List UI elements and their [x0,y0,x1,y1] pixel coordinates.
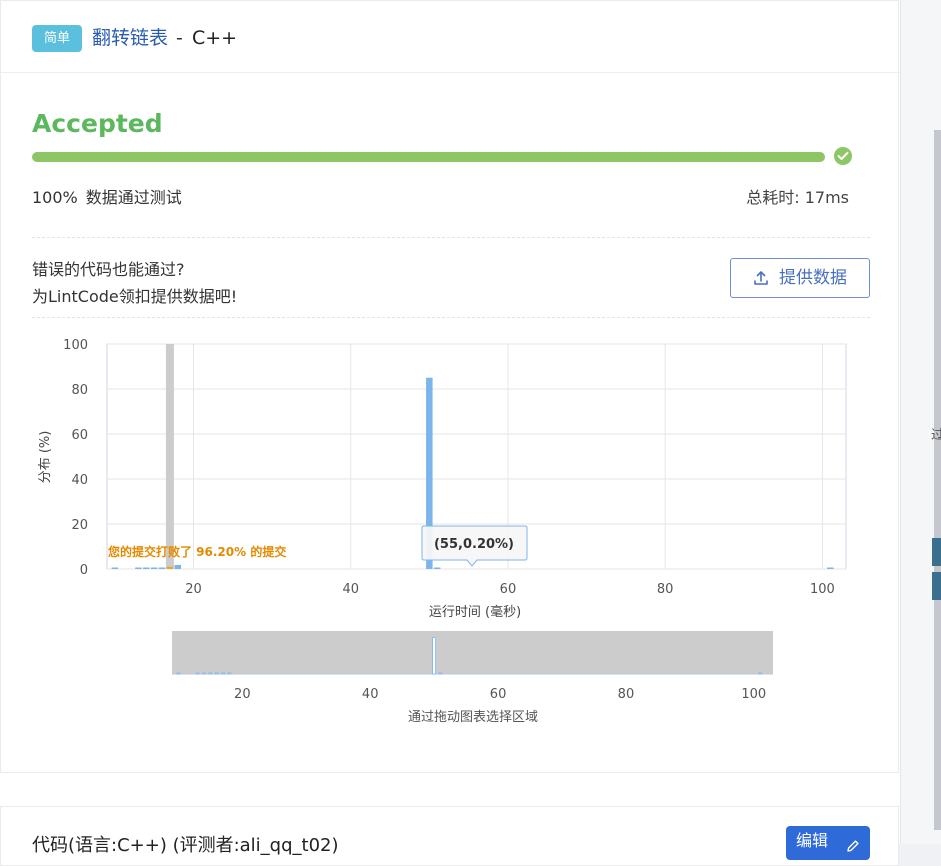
bar[interactable] [158,567,166,570]
navigator-bar [195,672,200,675]
code-section-title: 代码(语言:C++) (评测者:ali_qq_t02) [32,835,339,856]
problem-language: C++ [192,27,238,49]
bar[interactable] [143,567,150,570]
runtime-distribution-chart[interactable]: 0 20 40 60 80 100 20 40 60 80 100 您的提交打败了 96.20% … [1,326,900,731]
y-tick-label: 20 [71,518,88,533]
bar[interactable] [827,567,834,570]
feedback-line-1: 错误的代码也能通过? [32,260,185,279]
navigator-tick-label: 80 [618,687,635,702]
x-tick-label: 100 [810,582,835,597]
bar[interactable] [166,566,174,569]
y-tick-labels: 0 20 40 60 80 100 [63,338,88,578]
x-tick-label: 60 [500,582,517,597]
x-tick-label: 40 [342,582,359,597]
title-separator: - [176,27,183,49]
y-tick-label: 0 [80,563,88,578]
total-time: 总耗时: 17ms [746,188,849,207]
side-tab[interactable] [932,572,941,600]
navigator-hint: 通过拖动图表选择区域 [408,710,538,725]
y-tick-label: 60 [71,428,88,443]
navigator-tick-labels: 20 40 60 80 100 [234,687,766,702]
navigator-bar [208,672,213,675]
navigator-selection[interactable] [172,631,773,674]
navigator-tick-label: 60 [490,687,507,702]
side-tab[interactable] [932,538,941,566]
y-tick-label: 40 [71,473,88,488]
check-circle-icon [834,147,852,165]
problem-title-link[interactable]: 翻转链表 [92,25,168,51]
status-text: Accepted [32,109,163,138]
navigator-bar [432,637,437,675]
y-tick-label: 100 [63,338,88,353]
navigator-bar [758,672,763,675]
problem-header: 简单 翻转链表 - C++ [1,1,900,73]
progress-fill [32,152,825,162]
divider [32,237,870,238]
bar[interactable] [433,567,441,570]
x-tick-labels: 20 40 60 80 100 [185,582,835,597]
current-submission-marker [165,344,174,569]
x-tick-label: 80 [657,582,674,597]
navigator-bar [438,672,443,675]
navigator-bar [227,672,232,675]
bar[interactable] [111,567,119,570]
pass-summary: 100% 数据通过测试 [32,184,182,208]
tooltip: (55,0.20%) [421,525,528,567]
beat-percentage-annotation: 您的提交打败了 96.20% 的提交 [108,544,286,559]
submission-result-card: 简单 翻转链表 - C++ Accepted 100% 数据通过测试 总耗时: 1… [0,0,900,773]
side-glyph: 过 [931,428,941,443]
x-tick-label: 20 [185,582,202,597]
y-axis-label: 分布 (%) [38,431,53,484]
pass-label: 数据通过测试 [85,188,182,207]
navigator-tick-label: 40 [362,687,379,702]
bar[interactable] [150,567,158,570]
pass-percent: 100% [32,188,78,207]
pencil-icon [846,833,860,863]
feedback-line-2: 为LintCode领扣提供数据吧! [32,287,238,306]
bar[interactable] [135,567,142,570]
provide-data-label: 提供数据 [779,268,847,288]
tooltip-text: (55,0.20%) [434,537,514,552]
bar[interactable] [174,564,182,569]
navigator-bar [176,672,181,675]
navigator-tick-label: 20 [234,687,251,702]
right-side-panel: 过 [900,0,941,844]
provide-data-button[interactable]: 提供数据 [730,258,870,298]
progress-bar [32,152,825,162]
navigator-bar [214,672,219,675]
edit-label: 编辑 [796,831,829,850]
navigator-tick-label: 100 [741,687,766,702]
code-card: 代码(语言:C++) (评测者:ali_qq_t02) 编辑 [0,806,899,866]
edit-button[interactable]: 编辑 [786,826,870,860]
navigator-bar [221,672,226,675]
difficulty-badge: 简单 [32,25,82,52]
upload-icon [753,262,769,300]
scroll-shadow [934,130,941,830]
y-tick-label: 80 [71,383,88,398]
x-axis-label: 运行时间 (毫秒) [429,604,521,620]
divider [32,317,870,318]
navigator-bar [202,672,206,675]
